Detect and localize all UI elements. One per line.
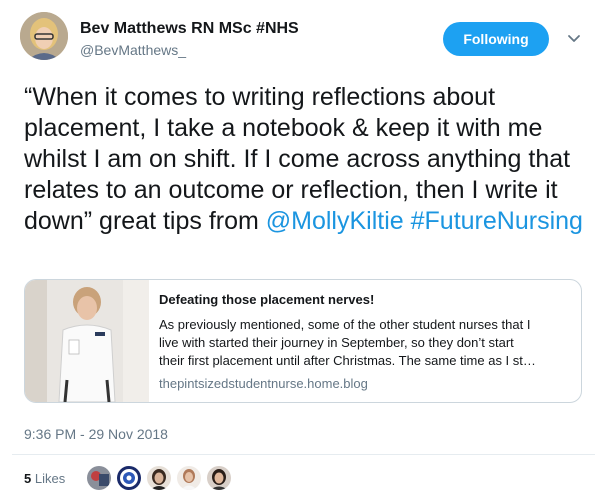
- likes-label: Likes: [34, 471, 66, 486]
- liker-avatar[interactable]: [177, 466, 201, 490]
- liker-avatar[interactable]: [207, 466, 231, 490]
- likes-number: 5: [24, 471, 32, 486]
- card-description-line: live with started their journey in Septe…: [159, 335, 514, 350]
- card-thumbnail: [25, 280, 149, 402]
- liker-avatar[interactable]: [87, 466, 111, 490]
- divider: [12, 454, 595, 455]
- likes-count[interactable]: 5 Likes: [24, 471, 65, 486]
- card-domain: thepintsizedstudentnurse.home.blog: [159, 376, 368, 391]
- author-avatar[interactable]: [20, 12, 68, 60]
- liker-avatar[interactable]: [117, 466, 141, 490]
- card-title: Defeating those placement nerves!: [159, 292, 375, 307]
- hashtag-link[interactable]: #FutureNursing: [411, 207, 583, 235]
- link-card[interactable]: Defeating those placement nerves! As pre…: [24, 279, 582, 403]
- chevron-down-icon[interactable]: [566, 30, 582, 46]
- tweet-space: [404, 207, 411, 235]
- liker-avatar[interactable]: [147, 466, 171, 490]
- mention-link[interactable]: @MollyKiltie: [266, 207, 404, 235]
- tweet-timestamp[interactable]: 9:36 PM - 29 Nov 2018: [24, 426, 168, 442]
- card-description-line: their first placement until after Christ…: [159, 353, 536, 368]
- card-description: As previously mentioned, some of the oth…: [159, 316, 569, 370]
- tweet-text: “When it comes to writing reflections ab…: [24, 82, 594, 237]
- following-button[interactable]: Following: [443, 22, 549, 56]
- author-display-name[interactable]: Bev Matthews RN MSc #NHS: [80, 20, 299, 38]
- likers-list: [87, 466, 237, 490]
- author-handle[interactable]: @BevMatthews_: [80, 42, 186, 58]
- card-description-line: As previously mentioned, some of the oth…: [159, 317, 531, 332]
